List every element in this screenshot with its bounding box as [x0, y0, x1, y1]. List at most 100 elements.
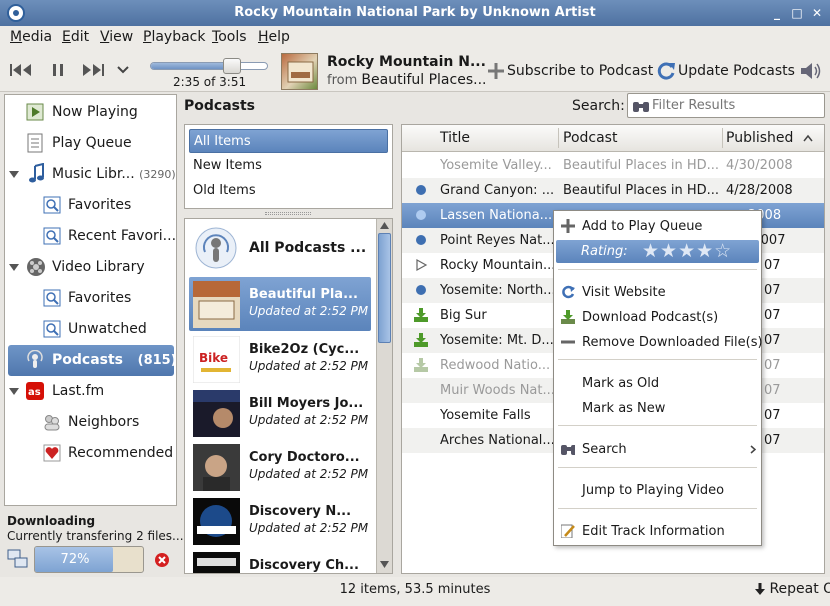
expander-icon[interactable]: [9, 171, 19, 178]
menu-item-jump-to-playing[interactable]: Jump to Playing Video: [554, 478, 761, 502]
menu-view[interactable]: View: [100, 29, 133, 45]
menu-item-add-to-play-queue[interactable]: Add to Play Queue: [554, 214, 761, 238]
sidebar-item-recommended[interactable]: Recommended: [5, 438, 176, 469]
menu-item-remove-downloaded[interactable]: Remove Downloaded File(s): [554, 330, 763, 354]
new-episode-icon: [416, 210, 426, 220]
now-playing-icon: [26, 103, 44, 121]
filter-all-items[interactable]: All Items: [189, 129, 388, 153]
download-icon: [561, 310, 575, 324]
rating-stars[interactable]: ★★★★☆: [642, 240, 732, 262]
feed-item-all-podcasts[interactable]: All Podcasts ...: [189, 221, 371, 275]
minimize-button[interactable]: _: [768, 4, 786, 22]
menu-separator: [558, 508, 757, 509]
sidebar-item-neighbors[interactable]: Neighbors: [5, 407, 176, 438]
sidebar-item-video-library[interactable]: Video Library: [5, 252, 176, 283]
update-podcasts-button[interactable]: Update Podcasts: [656, 61, 795, 83]
sidebar-item-music-favorites[interactable]: Favorites: [5, 190, 176, 221]
column-header-podcast[interactable]: Podcast: [563, 130, 617, 146]
sidebar-item-podcasts[interactable]: Podcasts (815): [8, 345, 177, 376]
volume-icon[interactable]: [799, 61, 823, 81]
filter-new-items[interactable]: New Items: [189, 154, 388, 178]
edit-icon: [561, 524, 575, 538]
submenu-arrow-icon: [750, 445, 756, 454]
feed-item-bill-moyers[interactable]: Bill Moyers Jo... Updated at 2:52 PM: [189, 386, 371, 440]
episode-title: Redwood Natio...: [440, 358, 551, 373]
menu-item-download-podcasts[interactable]: Download Podcast(s): [554, 305, 761, 329]
menu-media[interactable]: Media: [10, 29, 52, 45]
menu-item-edit-track-info[interactable]: Edit Track Information: [554, 519, 761, 543]
scroll-up-icon[interactable]: [380, 222, 389, 229]
scroll-down-icon[interactable]: [380, 561, 389, 568]
pause-icon[interactable]: [51, 63, 65, 77]
chevron-down-icon[interactable]: [117, 65, 129, 75]
seek-slider[interactable]: [150, 58, 268, 74]
next-track-icon[interactable]: [81, 63, 105, 77]
feed-item-discovery-channel[interactable]: Discovery Ch...: [189, 548, 371, 573]
feed-item-discovery-news[interactable]: Discovery N... Updated at 2:52 PM: [189, 494, 371, 548]
sidebar-item-lastfm[interactable]: as Last.fm: [5, 376, 176, 407]
menu-item-rating[interactable]: Rating: ★★★★☆: [556, 240, 759, 263]
downloading-subtitle: Currently transfering 2 files...: [7, 529, 184, 543]
feed-cover-image: [193, 444, 240, 491]
menu-help[interactable]: Help: [258, 29, 290, 45]
close-window-button[interactable]: ✕: [808, 4, 826, 22]
repeat-label: Repeat Off: [769, 581, 830, 597]
cancel-download-icon[interactable]: [154, 552, 170, 568]
episode-list-header: Title Podcast Published: [402, 125, 824, 152]
column-header-published[interactable]: Published: [726, 130, 793, 146]
feed-item-beautiful-places[interactable]: Beautiful Pla... Updated at 2:52 PM: [189, 277, 371, 331]
menu-edit[interactable]: Edit: [62, 29, 89, 45]
album-art[interactable]: [281, 53, 318, 90]
sidebar-item-play-queue[interactable]: Play Queue: [5, 128, 176, 159]
episode-published: 07: [764, 433, 781, 448]
expander-icon[interactable]: [9, 388, 19, 395]
sidebar-item-music-library[interactable]: Music Libr... (3290): [5, 159, 176, 190]
remove-icon: [561, 340, 575, 344]
menu-item-search[interactable]: Search: [554, 437, 761, 461]
sidebar-label: Podcasts (815): [52, 352, 177, 368]
search-input[interactable]: [652, 96, 820, 115]
subscribe-button[interactable]: Subscribe to Podcast: [487, 62, 653, 82]
table-row[interactable]: Grand Canyon: ... Beautiful Places in HD.…: [402, 178, 824, 203]
repeat-arrow-icon: [755, 583, 765, 595]
pane-resize-handle[interactable]: [265, 212, 311, 215]
episode-published: 07: [764, 308, 781, 323]
episode-status-icon: [413, 407, 429, 423]
sidebar-item-unwatched[interactable]: Unwatched: [5, 314, 176, 345]
playing-icon: [416, 258, 428, 272]
sidebar-item-now-playing[interactable]: Now Playing: [5, 97, 176, 128]
statusbar: 12 items, 53.5 minutes Repeat Off: [0, 577, 830, 606]
feed-item-bike2oz[interactable]: Bike Bike2Oz (Cyc... Updated at 2:52 PM: [189, 332, 371, 386]
add-icon: [488, 63, 504, 79]
maximize-button[interactable]: □: [788, 4, 806, 22]
podcast-icon: [195, 227, 237, 269]
table-row[interactable]: Yosemite Valley... Beautiful Places in HD…: [402, 153, 824, 178]
sidebar-item-recent-favorites[interactable]: Recent Favori...: [5, 221, 176, 252]
episode-podcast: Beautiful Places in HD...: [563, 183, 719, 198]
previous-track-icon[interactable]: [9, 63, 33, 77]
playback-time: 2:35 of 3:51: [173, 75, 247, 89]
episode-title: Yosemite: North...: [440, 283, 554, 298]
sort-ascending-icon[interactable]: [803, 134, 813, 142]
expander-icon[interactable]: [9, 264, 19, 271]
menu-item-mark-as-new[interactable]: Mark as New: [554, 396, 761, 420]
menu-item-mark-as-old[interactable]: Mark as Old: [554, 371, 761, 395]
menu-tools[interactable]: Tools: [212, 29, 247, 45]
column-header-title[interactable]: Title: [440, 130, 470, 146]
filter-old-items[interactable]: Old Items: [189, 179, 388, 203]
scroll-thumb[interactable]: [378, 233, 391, 343]
item-count: (3290): [139, 168, 176, 181]
search-field[interactable]: [627, 93, 825, 118]
sidebar-label: Recent Favori...: [68, 228, 177, 244]
film-reel-icon: [27, 258, 45, 276]
menu-item-visit-website[interactable]: Visit Website: [554, 280, 761, 304]
music-note-icon: [29, 163, 44, 183]
sidebar-item-video-favorites[interactable]: Favorites: [5, 283, 176, 314]
menu-playback[interactable]: Playback: [143, 29, 205, 45]
feed-item-cory-doctorow[interactable]: Cory Doctoro... Updated at 2:52 PM: [189, 440, 371, 494]
seek-knob[interactable]: [222, 58, 241, 74]
sidebar-label: Now Playing: [52, 104, 138, 120]
track-title: Rocky Mountain N...: [327, 54, 486, 70]
feed-list-scrollbar[interactable]: [376, 219, 392, 573]
repeat-toggle[interactable]: Repeat Off: [755, 581, 830, 597]
